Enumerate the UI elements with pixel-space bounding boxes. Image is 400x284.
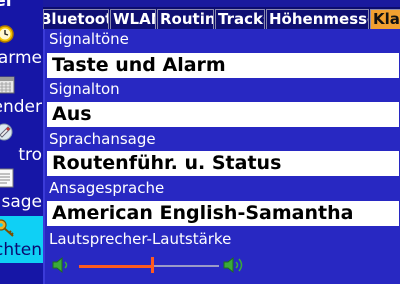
calendar-icon xyxy=(0,76,15,94)
clock-icon xyxy=(0,25,14,43)
slider-handle[interactable] xyxy=(150,257,154,273)
notepad-icon xyxy=(0,168,14,188)
sidebar-item-alarme[interactable]: arme xyxy=(0,24,43,72)
sidebar-item-kalender[interactable]: ender xyxy=(0,73,43,121)
signalton-field[interactable]: Aus xyxy=(47,102,399,127)
signalton-label: Signalton xyxy=(49,80,120,98)
sidebar-item-label: chten xyxy=(0,240,42,260)
sidebar: ttel arme ender tro sage xyxy=(0,0,43,284)
speaker-high-icon xyxy=(223,256,243,274)
rocket-icon xyxy=(0,123,13,141)
tab-routing[interactable]: Routing xyxy=(157,9,214,29)
sidebar-item-label: sage xyxy=(1,192,42,212)
sprachansage-label: Sprachansage xyxy=(49,130,156,148)
lautstaerke-label: Lautsprecher-Lautstärke xyxy=(49,230,232,248)
tab-klang[interactable]: Klang xyxy=(370,9,400,29)
sidebar-item-label: ender xyxy=(0,97,42,117)
sidebar-item-label: arme xyxy=(0,48,42,68)
tab-hoehenmesser[interactable]: Höhenmesser xyxy=(266,9,369,29)
sidebar-item-astro[interactable]: tro xyxy=(0,121,43,169)
speaker-low-icon xyxy=(52,256,68,274)
tab-bar: Bluetooth WLAN Routing Tracks Höhenmesse… xyxy=(43,7,400,29)
tab-tracks[interactable]: Tracks xyxy=(215,9,265,29)
key-icon xyxy=(0,219,14,237)
settings-panel: Signaltöne Taste und Alarm Signalton Aus… xyxy=(43,29,400,284)
sprachansage-field[interactable]: Routenführ. u. Status xyxy=(47,151,399,176)
ansagesprache-field[interactable]: American English-Samantha xyxy=(47,201,399,226)
signaltoene-label: Signaltöne xyxy=(49,30,129,48)
volume-slider[interactable] xyxy=(51,254,251,276)
sidebar-title: ttel xyxy=(0,0,12,11)
tab-wlan[interactable]: WLAN xyxy=(110,9,156,29)
sidebar-item-label: tro xyxy=(18,145,42,165)
slider-track-remaining xyxy=(151,265,219,267)
slider-track-filled xyxy=(79,265,152,268)
tab-bluetooth[interactable]: Bluetooth xyxy=(43,9,109,29)
ansagesprache-label: Ansagesprache xyxy=(49,179,165,197)
sidebar-item-einrichten[interactable]: chten xyxy=(0,216,43,263)
sidebar-item-message[interactable]: sage xyxy=(0,168,43,216)
signaltoene-field[interactable]: Taste und Alarm xyxy=(47,53,399,78)
